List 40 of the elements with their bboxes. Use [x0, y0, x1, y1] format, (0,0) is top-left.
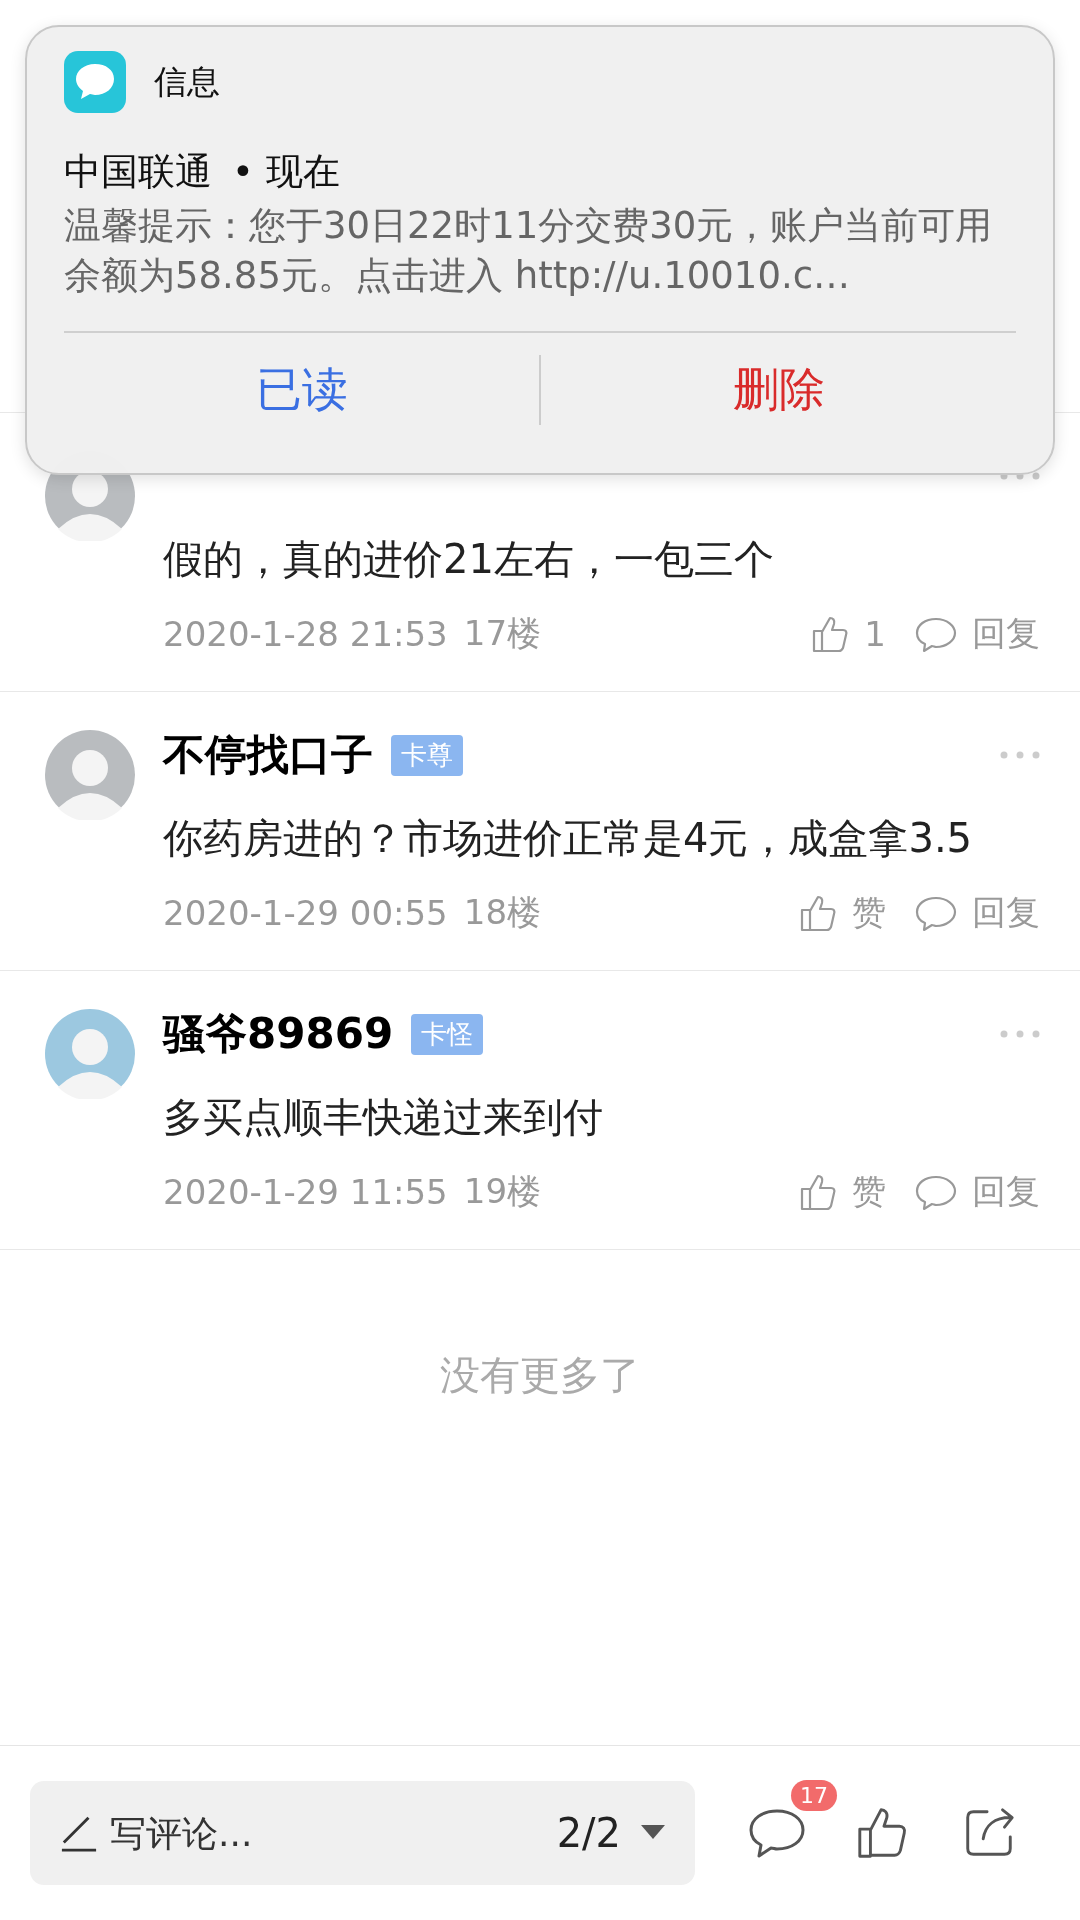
level-badge: 卡尊 — [391, 734, 463, 776]
user-name[interactable]: 不停找口子 — [163, 727, 373, 783]
like-count[interactable]: 赞 — [852, 890, 886, 936]
user-name[interactable]: 骚爷89869 — [163, 1006, 394, 1062]
notification-card[interactable]: 信息 中国联通 • 现在 温馨提示：您于30日22时11分交费30元，账户当前可用余额为58.85元。点击进入 http://u.10010.c… 已读 删除 — [25, 25, 1055, 475]
sender-name: 中国联通 — [64, 149, 212, 195]
delete-button[interactable]: 删除 — [541, 345, 1016, 435]
more-icon[interactable] — [1000, 751, 1040, 759]
floor-number: 18楼 — [463, 891, 541, 934]
comment-count-badge: 17 — [791, 1780, 837, 1811]
app-name: 信息 — [154, 60, 220, 103]
comment-date: 2020-1-29 11:55 — [163, 1172, 448, 1212]
comment-text: 多买点顺丰快递过来到付 — [163, 1093, 604, 1142]
reply-link[interactable]: 回复 — [972, 1169, 1040, 1215]
message-app-icon — [64, 51, 126, 113]
separator-dot: • — [232, 150, 254, 194]
notification-time: 现在 — [265, 149, 340, 195]
like-count[interactable]: 赞 — [852, 1169, 886, 1215]
thumbs-up-icon[interactable] — [798, 1172, 838, 1212]
comment-input-field[interactable]: 写评论... 2/2 — [30, 1781, 695, 1885]
floor-number: 19楼 — [463, 1170, 541, 1213]
caret-icon[interactable] — [641, 1825, 665, 1841]
mark-read-button[interactable]: 已读 — [64, 345, 539, 435]
floor-number: 17楼 — [463, 612, 541, 655]
page-indicator[interactable]: 2/2 — [556, 1810, 621, 1856]
end-of-list-text: 没有更多了 — [439, 1351, 641, 1400]
thumbs-up-icon[interactable] — [798, 893, 838, 933]
comment-text: 你药房进的？市场进价正常是4元，成盒拿3.5 — [163, 814, 974, 863]
reply-link[interactable]: 回复 — [972, 890, 1040, 936]
like-count[interactable]: 1 — [864, 614, 886, 654]
avatar[interactable] — [45, 730, 135, 820]
more-icon[interactable] — [1000, 1030, 1040, 1038]
reply-link[interactable]: 回复 — [972, 611, 1040, 657]
comment-text: 假的，真的进价21左右，一包三个 — [163, 535, 775, 584]
pencil-icon — [60, 1814, 98, 1852]
comment-date: 2020-1-29 00:55 — [163, 893, 448, 933]
comment-date: 2020-1-28 21:53 — [163, 614, 448, 654]
level-badge: 卡怪 — [411, 1013, 484, 1055]
notification-message: 温馨提示：您于30日22时11分交费30元，账户当前可用余额为58.85元。点击进入 http://u.10010.c… — [64, 203, 994, 299]
avatar[interactable] — [45, 1009, 135, 1099]
